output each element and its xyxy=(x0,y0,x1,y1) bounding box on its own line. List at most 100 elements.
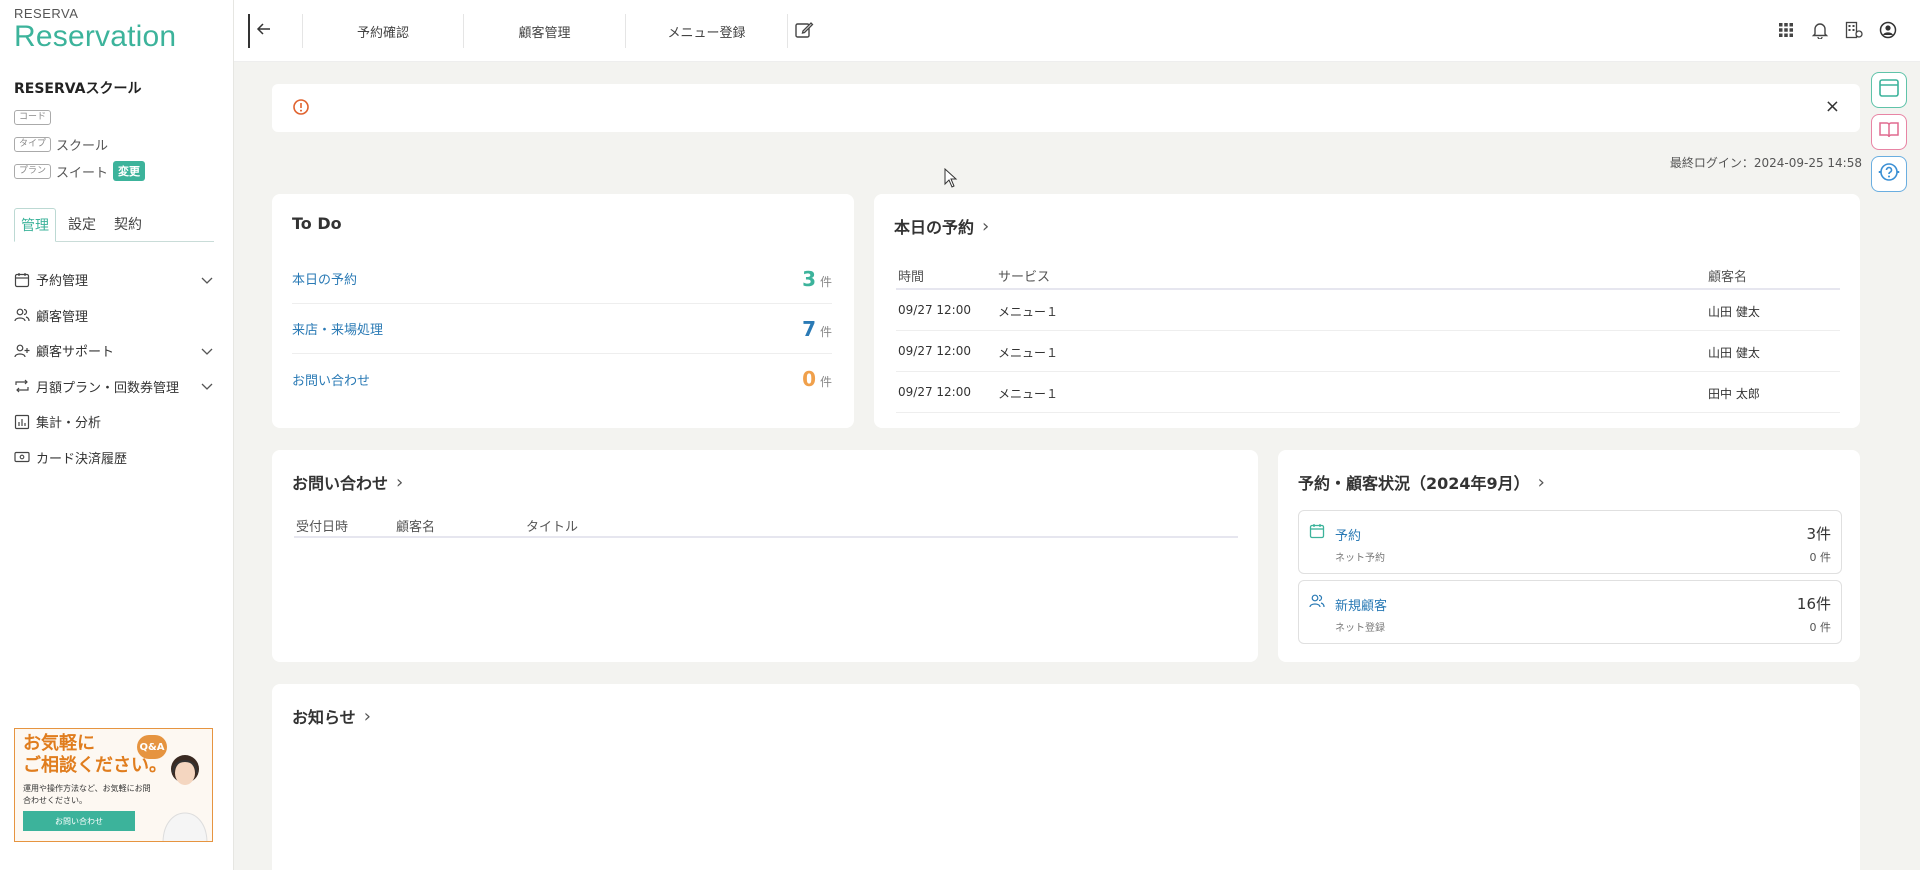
cell-customer: 田中 太郎 xyxy=(1708,387,1760,401)
todo-row-inquiry[interactable]: お問い合わせ 0件 xyxy=(292,354,832,404)
user-account-icon[interactable] xyxy=(1878,19,1898,41)
news-title[interactable]: お知らせ › xyxy=(292,704,371,728)
status-value: 3件 xyxy=(1806,525,1831,543)
news-title-text: お知らせ xyxy=(292,708,356,727)
plan-tag: プラン xyxy=(14,163,52,179)
floating-help-button[interactable] xyxy=(1871,156,1907,192)
calendar-icon xyxy=(14,272,30,288)
status-label: 予約 xyxy=(1335,529,1362,544)
last-login: 最終ログイン：2024-09-25 14:58 xyxy=(1669,156,1862,170)
sidebar-item-label: カード決済履歴 xyxy=(36,451,128,467)
type-value: スクール xyxy=(56,139,109,154)
todo-row-visit[interactable]: 来店・来場処理 7件 xyxy=(292,304,832,354)
todo-title-text: To Do xyxy=(292,214,342,233)
status-box-new-customers[interactable]: 新規顧客 ネット登録 16件 0 件 xyxy=(1298,580,1842,644)
sidebar-item-label: 集計・分析 xyxy=(36,416,102,432)
chevron-right-icon: › xyxy=(1537,471,1545,493)
col-date: 受付日時 xyxy=(296,520,349,535)
cell-time: 09/27 12:00 xyxy=(898,385,971,399)
todo-row-today[interactable]: 本日の予約 3件 xyxy=(292,254,832,304)
sidebar-item-reservations[interactable]: 予約管理 xyxy=(14,262,214,298)
todo-unit: 件 xyxy=(819,375,832,389)
today-title-text: 本日の予約 xyxy=(894,218,975,237)
tab-settings[interactable]: 設定 xyxy=(62,208,102,241)
cell-time: 09/27 12:00 xyxy=(898,344,971,358)
status-sub-label: ネット登録 xyxy=(1335,623,1385,634)
cell-customer: 山田 健太 xyxy=(1708,305,1760,319)
status-box-reservations[interactable]: 予約 ネット予約 3件 0 件 xyxy=(1298,510,1842,574)
table-row[interactable]: 09/27 12:00 メニュー１ 山田 健太 xyxy=(896,290,1840,331)
today-title[interactable]: 本日の予約 › xyxy=(894,214,989,238)
banner-body: 運用や操作方法など、お気軽にお問合わせください。 xyxy=(23,784,151,805)
chevron-down-icon xyxy=(200,344,214,358)
sidebar-item-plans[interactable]: 月額プラン・回数券管理 xyxy=(14,369,214,405)
status-value: 16件 xyxy=(1796,595,1831,613)
brand-big: Reservation xyxy=(14,20,177,53)
col-customer: 顧客名 xyxy=(396,520,436,535)
apps-grid-icon[interactable] xyxy=(1776,19,1796,41)
calendar-icon xyxy=(1309,523,1325,543)
cell-time: 09/27 12:00 xyxy=(898,303,971,317)
floating-window-button[interactable] xyxy=(1871,72,1907,108)
arrow-left-icon xyxy=(256,21,272,41)
col-service: サービス xyxy=(998,270,1051,285)
brand-logo[interactable]: RESERVA Reservation xyxy=(14,6,176,53)
status-label: 新規顧客 xyxy=(1335,599,1388,614)
sidebar-item-label: 予約管理 xyxy=(36,274,89,290)
nav-reservation-check[interactable]: 予約確認 xyxy=(302,14,464,48)
close-icon[interactable]: × xyxy=(1825,96,1840,117)
table-row[interactable]: 09/27 12:00 メニュー１ 山田 健太 xyxy=(896,331,1840,372)
floating-manual-button[interactable] xyxy=(1871,114,1907,150)
top-bar: 予約確認 顧客管理 メニュー登録 xyxy=(234,0,1920,62)
todo-title: To Do xyxy=(292,214,342,233)
bell-icon[interactable] xyxy=(1810,19,1830,41)
plan-value: スイート xyxy=(56,165,109,181)
edit-icon[interactable] xyxy=(794,20,816,42)
tab-contract[interactable]: 契約 xyxy=(108,208,148,241)
chevron-right-icon: › xyxy=(396,471,404,493)
status-card: 予約・顧客状況（2024年9月） › 予約 ネット予約 3件 0 件 新規顧客 ネ… xyxy=(1278,450,1860,662)
status-sub-value: 0 件 xyxy=(1809,551,1832,564)
todo-count: 7 xyxy=(802,316,816,341)
repeat-icon xyxy=(14,378,30,394)
nav-menu-register[interactable]: メニュー登録 xyxy=(626,14,788,48)
news-card: お知らせ › xyxy=(272,684,1860,870)
cell-customer: 山田 健太 xyxy=(1708,346,1760,360)
code-tag: コード xyxy=(14,110,52,125)
change-plan-button[interactable]: 変更 xyxy=(113,161,146,181)
todo-card: To Do 本日の予約 3件 来店・来場処理 7件 お問い合わせ 0件 xyxy=(272,194,854,428)
nav-customer-management[interactable]: 顧客管理 xyxy=(464,14,626,48)
user-plus-icon xyxy=(14,343,30,359)
status-title[interactable]: 予約・顧客状況（2024年9月） › xyxy=(1298,470,1545,494)
banner-title-1: お気軽に xyxy=(23,733,95,754)
sidebar-item-analytics[interactable]: 集計・分析 xyxy=(14,404,214,440)
cell-service: メニュー１ xyxy=(998,305,1059,319)
todo-count: 0 xyxy=(802,367,816,391)
school-name: RESERVAスクール xyxy=(14,81,142,97)
chevron-right-icon: › xyxy=(982,215,990,237)
book-icon xyxy=(1878,119,1900,145)
inquiries-title[interactable]: お問い合わせ › xyxy=(292,470,403,494)
operator-illustration-icon xyxy=(162,755,208,841)
school-plan-row: プラン スイート 変更 xyxy=(14,161,146,181)
users-icon xyxy=(1309,593,1325,613)
building-settings-icon[interactable] xyxy=(1844,19,1864,41)
table-row[interactable]: 09/27 12:00 メニュー１ 田中 太郎 xyxy=(896,372,1840,413)
collapse-sidebar-button[interactable] xyxy=(248,14,278,48)
type-tag: タイプ xyxy=(14,137,52,152)
status-title-text: 予約・顧客状況（2024年9月） xyxy=(1298,474,1530,493)
banner-contact-button[interactable]: お問い合わせ xyxy=(23,811,135,831)
sidebar-menu: 予約管理 顧客管理 顧客サポート 月額プラン・回数券管理 集計・分析 カード決済… xyxy=(14,262,214,475)
todo-label[interactable]: 本日の予約 xyxy=(292,269,357,288)
today-reservations-card: 本日の予約 › 時間 サービス 顧客名 09/27 12:00 メニュー１ 山田 … xyxy=(874,194,1860,428)
help-headset-icon xyxy=(1877,160,1901,188)
todo-label[interactable]: お問い合わせ xyxy=(292,370,370,389)
contact-banner[interactable]: お気軽に ご相談ください。 運用や操作方法など、お気軽にお問合わせください。 Q… xyxy=(14,728,213,842)
todo-label[interactable]: 来店・来場処理 xyxy=(292,319,383,338)
tab-manage[interactable]: 管理 xyxy=(14,208,56,242)
sidebar-item-card-history[interactable]: カード決済履歴 xyxy=(14,440,214,476)
sidebar-item-support[interactable]: 顧客サポート xyxy=(14,333,214,369)
sidebar-item-customers[interactable]: 顧客管理 xyxy=(14,298,214,334)
sidebar-item-label: 顧客サポート xyxy=(36,345,115,361)
today-table-header: 時間 サービス 顧客名 xyxy=(896,258,1840,290)
